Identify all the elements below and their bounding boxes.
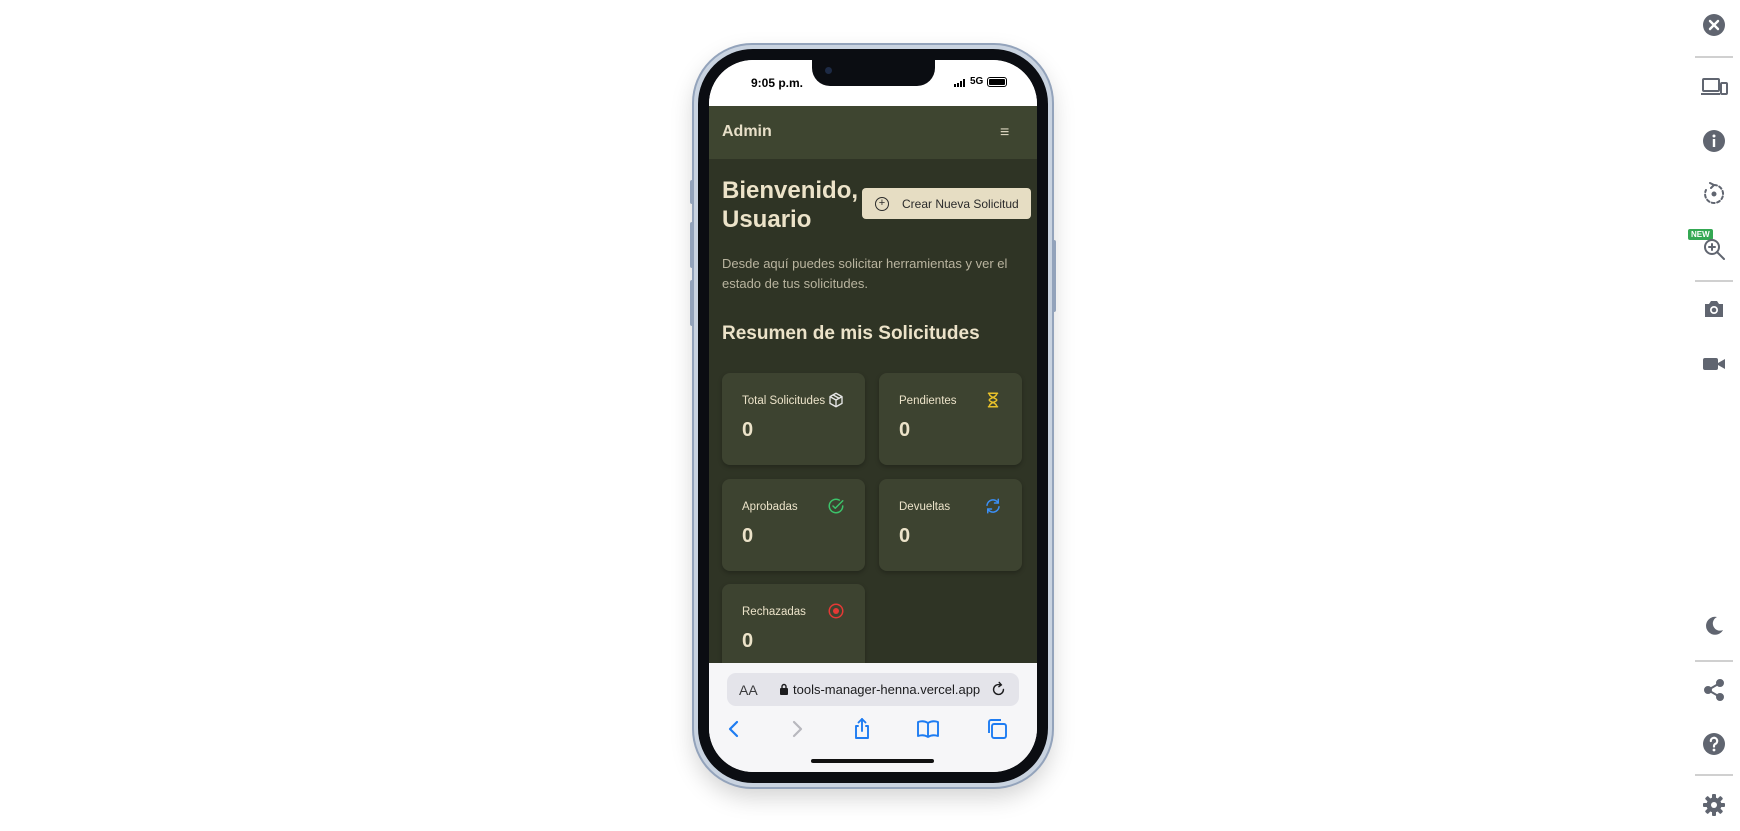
- close-icon[interactable]: [1702, 13, 1726, 37]
- create-request-button[interactable]: + Crear Nueva Solicitud: [862, 188, 1031, 219]
- toolbar-divider: [1695, 774, 1733, 776]
- status-bar: 9:05 p.m. 5G: [709, 60, 1037, 106]
- share-icon[interactable]: [850, 717, 874, 741]
- x-circle-icon: [828, 603, 844, 619]
- lock-icon: [780, 683, 788, 695]
- stat-label: Rechazadas: [742, 606, 806, 618]
- video-icon[interactable]: [1702, 352, 1726, 376]
- info-icon[interactable]: [1702, 129, 1726, 153]
- share-icon[interactable]: [1702, 678, 1726, 702]
- stat-value: 0: [899, 419, 911, 441]
- bookmarks-icon[interactable]: [916, 717, 940, 741]
- stat-label: Total Solicitudes: [742, 395, 826, 407]
- text-size-button[interactable]: AA: [739, 682, 758, 698]
- app-header: Admin ≡: [709, 106, 1037, 159]
- stage: 9:05 p.m. 5G Admin ≡ Bienvenido, Usuario…: [0, 0, 1740, 831]
- network-label: 5G: [970, 76, 984, 87]
- rotate-icon[interactable]: [1702, 182, 1726, 206]
- stat-card-pending: Pendientes 0: [879, 373, 1022, 465]
- stat-value: 0: [899, 525, 911, 547]
- toolbar-divider: [1695, 280, 1733, 282]
- phone-silent-switch: [690, 180, 694, 204]
- stat-label: Devueltas: [899, 501, 951, 513]
- stat-label: Pendientes: [899, 395, 957, 407]
- back-icon[interactable]: [722, 717, 746, 741]
- camera-icon[interactable]: [1702, 297, 1726, 321]
- intro-text: Desde aquí puedes solicitar herramientas…: [722, 256, 1008, 291]
- refresh-icon: [986, 498, 1000, 514]
- stat-card-total: Total Solicitudes 0: [722, 373, 865, 465]
- settings-icon[interactable]: [1702, 793, 1726, 817]
- stat-value: 0: [742, 525, 754, 547]
- stat-value: 0: [742, 419, 754, 441]
- home-indicator: [811, 759, 934, 763]
- hourglass-icon: [987, 392, 999, 408]
- stat-value: 0: [742, 630, 754, 652]
- browser-chrome: AA tools-manager-henna.vercel.app: [709, 663, 1037, 772]
- toolbar-divider: [1695, 660, 1733, 662]
- stat-card-returned: Devueltas 0: [879, 479, 1022, 571]
- battery-icon: [987, 77, 1007, 87]
- stat-card-approved: Aprobadas 0: [722, 479, 865, 571]
- app-brand[interactable]: Admin: [722, 123, 772, 141]
- stat-label: Aprobadas: [742, 501, 798, 513]
- signal-icon: [954, 79, 968, 87]
- front-camera: [825, 67, 832, 74]
- create-request-label: Crear Nueva Solicitud: [902, 196, 1019, 211]
- check-circle-icon: [828, 498, 844, 514]
- url-text: tools-manager-henna.vercel.app: [793, 682, 981, 697]
- phone-power-button: [1052, 240, 1056, 312]
- dark-mode-icon[interactable]: [1702, 614, 1726, 638]
- address-bar[interactable]: AA tools-manager-henna.vercel.app: [727, 673, 1019, 706]
- hamburger-icon[interactable]: ≡: [1000, 124, 1009, 142]
- phone-screen: 9:05 p.m. 5G Admin ≡ Bienvenido, Usuario…: [709, 60, 1037, 772]
- zoom-icon[interactable]: [1702, 237, 1726, 261]
- forward-icon[interactable]: [785, 717, 809, 741]
- reload-icon[interactable]: [990, 681, 1007, 698]
- summary-title: Resumen de mis Solicitudes: [722, 323, 980, 344]
- toolbar-divider: [1695, 56, 1733, 58]
- tabs-icon[interactable]: [985, 717, 1009, 741]
- phone-volume-down: [690, 280, 694, 326]
- box-icon: [829, 392, 843, 408]
- web-app: Admin ≡ Bienvenido, Usuario + Crear Nuev…: [709, 106, 1037, 663]
- devices-icon[interactable]: [1700, 75, 1728, 99]
- plus-circle-icon: +: [875, 196, 889, 211]
- stat-card-rejected: Rechazadas 0: [722, 584, 865, 663]
- status-time: 9:05 p.m.: [751, 76, 804, 90]
- help-icon[interactable]: [1702, 732, 1726, 756]
- page-title: Bienvenido, Usuario: [722, 177, 859, 233]
- phone-volume-up: [690, 222, 694, 268]
